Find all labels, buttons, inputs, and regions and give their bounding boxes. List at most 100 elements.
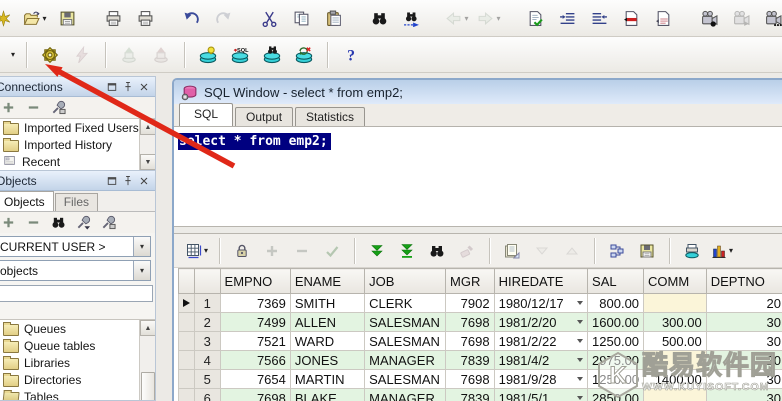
macro-record-button[interactable] bbox=[697, 5, 721, 31]
cut-button[interactable] bbox=[257, 5, 281, 31]
filter-objects-button[interactable] bbox=[75, 215, 91, 231]
tree-item-tables[interactable]: Tables bbox=[0, 388, 155, 400]
tree-item-imported-fixed-users[interactable]: Imported Fixed Users bbox=[0, 119, 155, 136]
chevron-down-icon[interactable]: ▾ bbox=[464, 14, 468, 23]
table-row[interactable]: 6 7698 BLAKE MANAGER 7839 1981/5/1 2850.00 30 bbox=[178, 388, 782, 401]
scrollbar[interactable]: ▲ bbox=[139, 320, 155, 400]
objects-panel-close-icon[interactable] bbox=[137, 174, 150, 187]
cell-job[interactable]: SALESMAN bbox=[364, 312, 447, 332]
schema-combo[interactable]: CURRENT USER > ▾ bbox=[0, 236, 151, 257]
objects-panel-pin-icon[interactable] bbox=[121, 174, 134, 187]
cell-mgr[interactable]: 7839 bbox=[445, 350, 495, 370]
cell-sal[interactable]: 800.00 bbox=[587, 293, 645, 313]
cell-deptno[interactable]: 30 bbox=[705, 331, 782, 351]
cell-mgr[interactable]: 7698 bbox=[445, 331, 495, 351]
cell-deptno[interactable]: 20 bbox=[705, 293, 782, 313]
print-preview-button[interactable] bbox=[133, 5, 157, 31]
cell-deptno[interactable]: 30 bbox=[705, 369, 782, 389]
scroll-up-icon[interactable]: ▲ bbox=[140, 320, 155, 336]
browser-preferences-button[interactable] bbox=[100, 215, 116, 231]
chart-button[interactable]: ▾ bbox=[710, 238, 734, 264]
save-results-button[interactable] bbox=[635, 238, 659, 264]
objects-panel-tab-files[interactable]: Files bbox=[54, 193, 99, 211]
configure-connections-button[interactable] bbox=[50, 100, 66, 116]
cell-sal[interactable]: 1250.00 bbox=[587, 331, 645, 351]
collapse-object-button[interactable] bbox=[25, 215, 41, 231]
cell-sal[interactable]: 2975.00 bbox=[587, 350, 645, 370]
help-button[interactable]: ? bbox=[339, 42, 363, 68]
tree-item-recent[interactable]: Recent bbox=[0, 153, 155, 170]
cell-empno[interactable]: 7566 bbox=[219, 350, 291, 370]
export-results-button[interactable] bbox=[500, 238, 524, 264]
scrollbar[interactable]: ▲ ▼ bbox=[139, 119, 155, 170]
sql-window-tab-output[interactable]: Output bbox=[235, 107, 294, 126]
cell-job[interactable]: CLERK bbox=[364, 293, 447, 313]
cell-ename[interactable]: MARTIN bbox=[289, 369, 366, 389]
column-header-job[interactable]: JOB bbox=[364, 268, 447, 294]
cell-sal[interactable]: 1250.00 bbox=[587, 369, 645, 389]
objects-panel-tab-objects[interactable]: Objects bbox=[0, 191, 54, 211]
cell-hiredate[interactable]: 1981/5/1 bbox=[493, 388, 589, 401]
cell-mgr[interactable]: 7698 bbox=[445, 312, 495, 332]
cell-empno[interactable]: 7698 bbox=[219, 388, 291, 401]
open-file-button[interactable]: ▾ bbox=[23, 5, 47, 31]
cell-empno[interactable]: 7369 bbox=[219, 293, 291, 313]
find-object-button[interactable] bbox=[50, 215, 66, 231]
find-database-objects-button[interactable] bbox=[260, 42, 284, 68]
cell-comm[interactable] bbox=[643, 388, 707, 401]
cell-job[interactable]: SALESMAN bbox=[364, 331, 447, 351]
tree-item-libraries[interactable]: Libraries bbox=[0, 354, 155, 371]
cell-hiredate[interactable]: 1981/2/20 bbox=[493, 312, 589, 332]
undo-button[interactable] bbox=[179, 5, 203, 31]
cell-job[interactable]: MANAGER bbox=[364, 388, 447, 401]
cell-ename[interactable]: SMITH bbox=[289, 293, 366, 313]
cell-sal[interactable]: 2850.00 bbox=[587, 388, 645, 401]
scroll-down-icon[interactable]: ▼ bbox=[140, 154, 155, 170]
cell-comm[interactable]: 1400.00 bbox=[643, 369, 707, 389]
cell-mgr[interactable]: 7902 bbox=[445, 293, 495, 313]
editor-result-splitter[interactable] bbox=[174, 226, 782, 234]
copy-button[interactable] bbox=[289, 5, 313, 31]
cell-comm[interactable] bbox=[643, 293, 707, 313]
sql-editor[interactable]: select * from emp2; bbox=[174, 126, 782, 226]
browser-filter-combo[interactable]: objects ▾ bbox=[0, 260, 151, 281]
chevron-down-icon[interactable]: ▾ bbox=[42, 14, 46, 23]
cell-job[interactable]: SALESMAN bbox=[364, 369, 447, 389]
single-record-view-button[interactable] bbox=[605, 238, 629, 264]
cell-comm[interactable] bbox=[643, 350, 707, 370]
chevron-down-icon[interactable]: ▾ bbox=[11, 50, 15, 59]
cell-empno[interactable]: 7499 bbox=[219, 312, 291, 332]
chevron-down-icon[interactable]: ▾ bbox=[729, 246, 733, 255]
column-header-empno[interactable]: EMPNO bbox=[219, 268, 291, 294]
session-mode-button[interactable]: ▾ bbox=[0, 42, 15, 68]
syntax-check-button[interactable] bbox=[523, 5, 547, 31]
column-header-comm[interactable]: COMM bbox=[643, 268, 707, 294]
chevron-down-icon[interactable]: ▾ bbox=[133, 261, 150, 280]
cell-hiredate[interactable]: 1980/12/17 bbox=[493, 293, 589, 313]
cell-job[interactable]: MANAGER bbox=[364, 350, 447, 370]
column-header-deptno[interactable]: DEPTNO bbox=[705, 268, 782, 294]
tree-item-queues[interactable]: Queues bbox=[0, 320, 155, 337]
tree-item-queue-tables[interactable]: Queue tables bbox=[0, 337, 155, 354]
selection-comment-button[interactable] bbox=[619, 5, 643, 31]
expand-object-button[interactable] bbox=[0, 215, 16, 231]
tree-item-imported-history[interactable]: Imported History bbox=[0, 136, 155, 153]
cell-hiredate[interactable]: 1981/2/22 bbox=[493, 331, 589, 351]
lock-columns-button[interactable] bbox=[230, 238, 254, 264]
scroll-up-icon[interactable]: ▲ bbox=[140, 119, 155, 135]
scrollbar-thumb[interactable] bbox=[141, 372, 155, 400]
cell-mgr[interactable]: 7698 bbox=[445, 369, 495, 389]
cell-ename[interactable]: ALLEN bbox=[289, 312, 366, 332]
column-header-ename[interactable]: ENAME bbox=[289, 268, 366, 294]
cell-deptno[interactable]: 30 bbox=[705, 312, 782, 332]
macro-library-button[interactable] bbox=[761, 5, 782, 31]
refresh-session-button[interactable] bbox=[292, 42, 316, 68]
sql-window-tab-statistics[interactable]: Statistics bbox=[295, 107, 366, 126]
column-header-sal[interactable]: SAL bbox=[587, 268, 645, 294]
sql-window-tab-sql[interactable]: SQL bbox=[179, 103, 234, 126]
chevron-down-icon[interactable]: ▾ bbox=[133, 237, 150, 256]
sql-monitor-button[interactable]: SQL bbox=[228, 42, 252, 68]
chevron-down-icon[interactable]: ▾ bbox=[204, 246, 208, 255]
remove-connection-button[interactable] bbox=[25, 100, 41, 116]
objects-panel-maximize-icon[interactable] bbox=[105, 174, 118, 187]
